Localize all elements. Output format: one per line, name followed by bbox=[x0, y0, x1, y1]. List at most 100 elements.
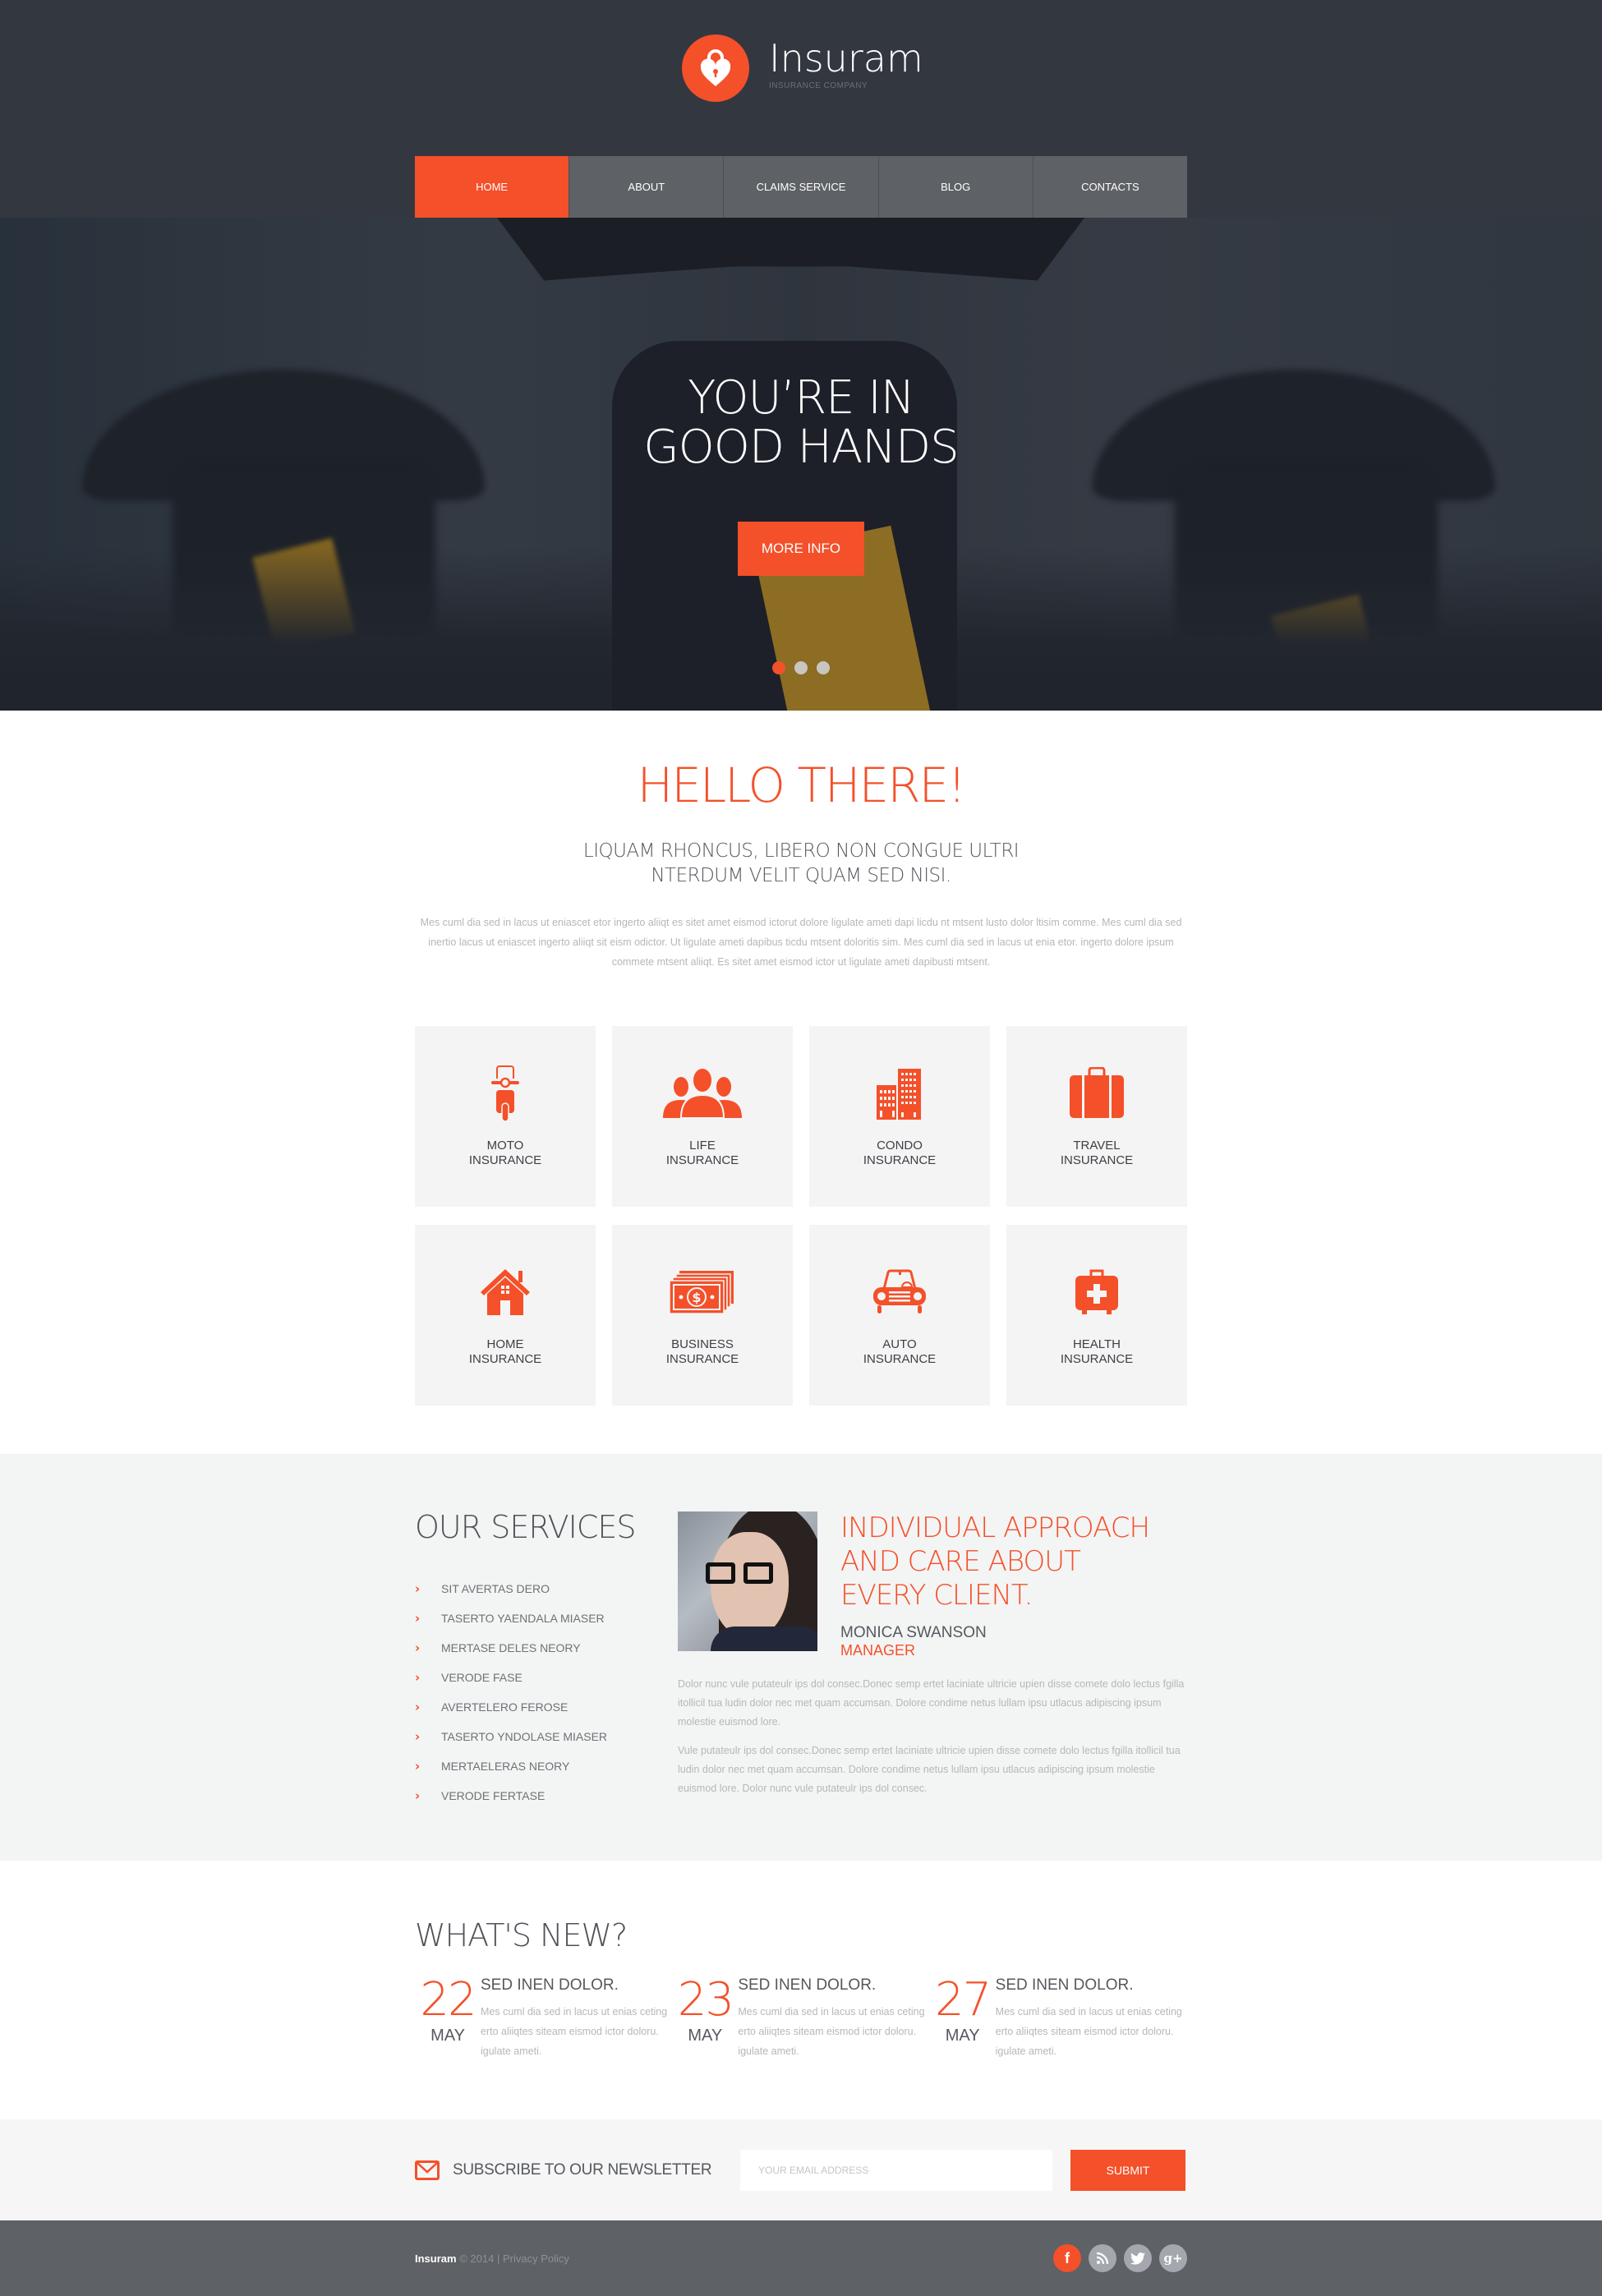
news-item-text: Mes cuml dia sed in lacus ut enias cetin… bbox=[481, 2006, 668, 2057]
news-item-text: Mes cuml dia sed in lacus ut enias cetin… bbox=[995, 2006, 1182, 2057]
footer-separator: | bbox=[496, 2252, 500, 2265]
slider-dot-3[interactable] bbox=[817, 661, 830, 674]
nav-item-home[interactable]: HOME bbox=[415, 156, 569, 218]
news-date: 27 MAY bbox=[930, 1977, 996, 2061]
services-list-item[interactable]: › MERTASE DELES NEORY bbox=[415, 1633, 678, 1663]
news-item-title[interactable]: SED INEN DOLOR. bbox=[996, 1977, 1185, 1994]
manager-photo bbox=[678, 1511, 817, 1651]
hero-title-line2: GOOD HANDS bbox=[643, 421, 959, 474]
news-month: MAY bbox=[945, 2027, 980, 2045]
suitcase-icon bbox=[1068, 1065, 1126, 1122]
email-input[interactable] bbox=[740, 2149, 1052, 2191]
footer-copyright: © 2014 bbox=[459, 2252, 495, 2265]
tile-label: HEALTH INSURANCE bbox=[1060, 1337, 1134, 1366]
news-month: MAY bbox=[430, 2027, 465, 2045]
news-item: 23 MAY SED INEN DOLOR. Mes cuml dia sed … bbox=[672, 1977, 929, 2061]
news-item-title[interactable]: SED INEN DOLOR. bbox=[481, 1977, 670, 1994]
hello-title: HELLO THERE! bbox=[637, 757, 967, 813]
nav-item-claims-service[interactable]: CLAIMS SERVICE bbox=[723, 156, 878, 218]
footer-brand: Insuram bbox=[415, 2252, 457, 2265]
social-links: f g+ bbox=[1053, 2244, 1187, 2272]
tile-auto-insurance[interactable]: AUTO INSURANCE bbox=[809, 1225, 990, 1406]
news-day: 22 bbox=[420, 1973, 476, 2027]
slider-dot-2[interactable] bbox=[794, 661, 808, 674]
testimonial-heading: INDIVIDUAL APPROACH AND CARE ABOUT EVERY… bbox=[840, 1511, 1150, 1612]
chevron-right-icon: › bbox=[415, 1729, 421, 1744]
services-list-item[interactable]: › TASERTO YNDOLASE MIASER bbox=[415, 1722, 678, 1751]
news-item-text: Mes cuml dia sed in lacus ut enias cetin… bbox=[738, 2006, 925, 2057]
hero-slider: YOU’RE IN GOOD HANDS MORE INFO bbox=[0, 218, 1602, 711]
news-item: 27 MAY SED INEN DOLOR. Mes cuml dia sed … bbox=[930, 1977, 1187, 2061]
news-day: 27 bbox=[935, 1973, 992, 2027]
hello-subtitle-line2: NTERDUM VELIT QUAM SED NISI. bbox=[651, 865, 951, 886]
tile-travel-insurance[interactable]: TRAVEL INSURANCE bbox=[1006, 1026, 1187, 1207]
envelope-icon bbox=[415, 2160, 440, 2180]
twitter-icon[interactable] bbox=[1124, 2244, 1152, 2272]
tile-business-insurance[interactable]: $ BUSINESS INSURANCE bbox=[612, 1225, 793, 1406]
tile-label: LIFE INSURANCE bbox=[665, 1139, 739, 1167]
submit-button[interactable]: SUBMIT bbox=[1070, 2149, 1185, 2191]
services-list-item[interactable]: › VERODE FASE bbox=[415, 1663, 678, 1692]
services-list-item[interactable]: › SIT AVERTAS DERO bbox=[415, 1574, 678, 1604]
brand-name: Insuram bbox=[769, 36, 923, 81]
main-nav: HOME ABOUT CLAIMS SERVICE BLOG CONTACTS bbox=[415, 156, 1188, 218]
heart-lock-icon bbox=[682, 35, 749, 102]
chevron-right-icon: › bbox=[415, 1670, 421, 1685]
services-list: › SIT AVERTAS DERO › TASERTO YAENDALA MIAS… bbox=[415, 1574, 678, 1811]
hello-section: HELLO THERE! LIQUAM RHONCUS, LIBERO NON … bbox=[0, 711, 1602, 1454]
rss-icon[interactable] bbox=[1089, 2244, 1116, 2272]
services-list-item[interactable]: › VERODE FERTASE bbox=[415, 1781, 678, 1811]
news-section: WHAT'S NEW? 22 MAY SED INEN DOLOR. Mes c… bbox=[0, 1861, 1602, 2119]
nav-item-about[interactable]: ABOUT bbox=[569, 156, 724, 218]
logo[interactable]: Insuram INSURANCE COMPANY bbox=[682, 35, 923, 102]
services-list-item[interactable]: › MERTAELERAS NEORY bbox=[415, 1751, 678, 1781]
slider-pagination bbox=[0, 661, 1602, 674]
services-list-item[interactable]: › TASERTO YAENDALA MIASER bbox=[415, 1604, 678, 1633]
copyright: Insuram © 2014 | Privacy Policy bbox=[415, 2252, 569, 2265]
tile-label: TRAVEL INSURANCE bbox=[1060, 1139, 1134, 1167]
google-plus-icon[interactable]: g+ bbox=[1159, 2244, 1187, 2272]
tile-condo-insurance[interactable]: CONDO INSURANCE bbox=[809, 1026, 990, 1207]
chevron-right-icon: › bbox=[415, 1788, 421, 1803]
house-icon bbox=[476, 1263, 534, 1321]
newsletter-section: SUBSCRIBE TO OUR NEWSLETTER SUBMIT bbox=[0, 2119, 1602, 2220]
news-month: MAY bbox=[688, 2027, 723, 2045]
news-item: 22 MAY SED INEN DOLOR. Mes cuml dia sed … bbox=[415, 1977, 672, 2061]
tile-label: MOTO INSURANCE bbox=[468, 1139, 542, 1167]
news-date: 22 MAY bbox=[415, 1977, 481, 2061]
news-item-title[interactable]: SED INEN DOLOR. bbox=[738, 1977, 927, 1994]
brand-tagline: INSURANCE COMPANY bbox=[769, 81, 868, 90]
chevron-right-icon: › bbox=[415, 1611, 421, 1626]
hero-title-line1: YOU’RE IN bbox=[688, 371, 915, 425]
chevron-right-icon: › bbox=[415, 1640, 421, 1655]
tile-home-insurance[interactable]: HOME INSURANCE bbox=[415, 1225, 596, 1406]
news-title: WHAT'S NEW? bbox=[415, 1917, 628, 1953]
services-section: OUR SERVICES › SIT AVERTAS DERO › TASERTO … bbox=[0, 1454, 1602, 1861]
tile-health-insurance[interactable]: HEALTH INSURANCE bbox=[1006, 1225, 1187, 1406]
manager-name: MONICA SWANSON bbox=[840, 1624, 987, 1641]
tile-life-insurance[interactable]: LIFE INSURANCE bbox=[612, 1026, 793, 1207]
tile-label: BUSINESS INSURANCE bbox=[665, 1337, 739, 1366]
tile-label: CONDO INSURANCE bbox=[863, 1139, 937, 1167]
facebook-icon[interactable]: f bbox=[1053, 2244, 1081, 2272]
more-info-button[interactable]: MORE INFO bbox=[738, 522, 864, 576]
medical-kit-icon bbox=[1068, 1263, 1126, 1321]
manager-role: MANAGER bbox=[840, 1642, 916, 1659]
people-group-icon bbox=[661, 1065, 743, 1122]
car-icon bbox=[871, 1263, 928, 1321]
tile-label: AUTO INSURANCE bbox=[863, 1337, 937, 1366]
tile-label: HOME INSURANCE bbox=[468, 1337, 542, 1366]
services-list-item[interactable]: › AVERTELERO FEROSE bbox=[415, 1692, 678, 1722]
privacy-policy-link[interactable]: Privacy Policy bbox=[503, 2252, 569, 2265]
buildings-icon bbox=[871, 1065, 928, 1122]
hello-subtitle: LIQUAM RHONCUS, LIBERO NON CONGUE ULTRI … bbox=[0, 839, 1602, 888]
services-paragraph-1: Dolor nunc vule putateulr ips dol consec… bbox=[678, 1678, 1185, 1728]
news-day: 23 bbox=[677, 1973, 734, 2027]
nav-item-contacts[interactable]: CONTACTS bbox=[1032, 156, 1188, 218]
scooter-icon bbox=[476, 1065, 534, 1122]
nav-item-blog[interactable]: BLOG bbox=[877, 156, 1033, 218]
slider-dot-1[interactable] bbox=[772, 661, 785, 674]
hero-title: YOU’RE IN GOOD HANDS bbox=[0, 374, 1602, 472]
tile-moto-insurance[interactable]: MOTO INSURANCE bbox=[415, 1026, 596, 1207]
chevron-right-icon: › bbox=[415, 1700, 421, 1714]
